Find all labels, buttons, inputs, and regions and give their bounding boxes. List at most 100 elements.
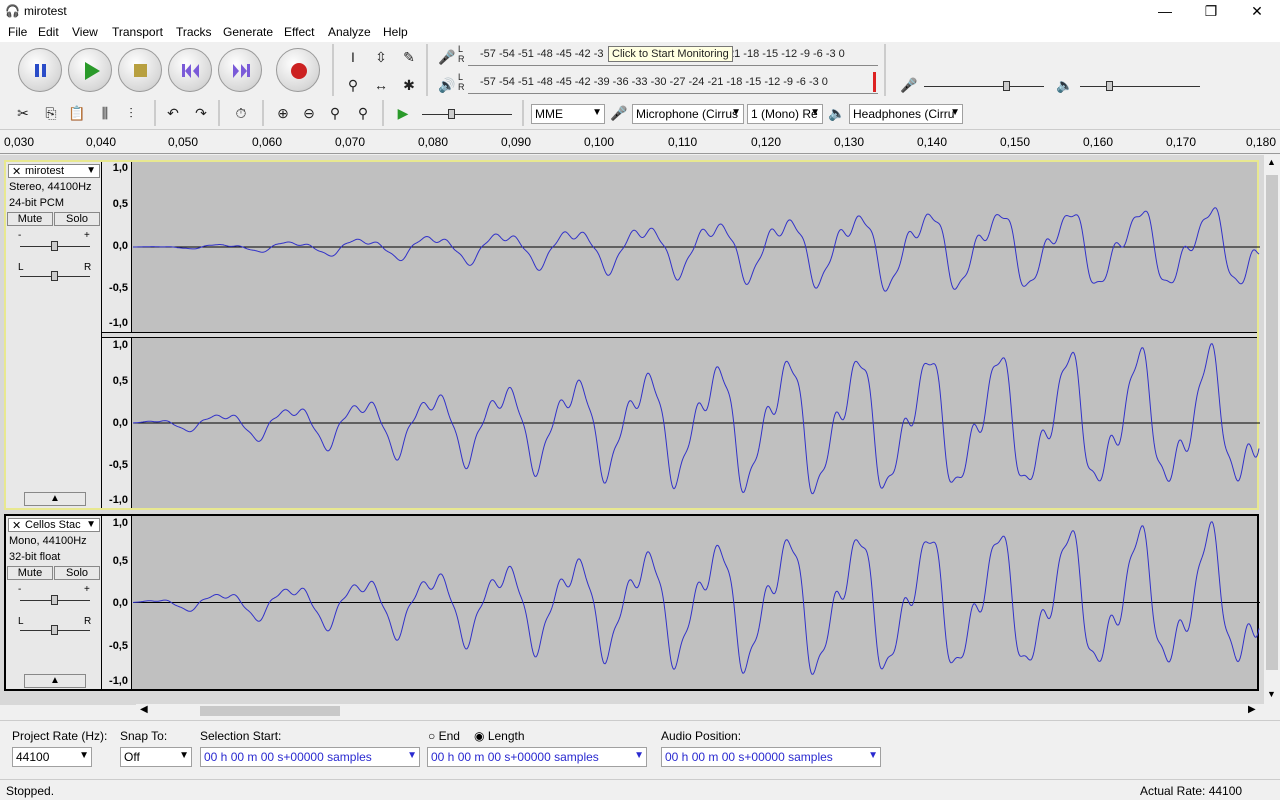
selection-tool-icon[interactable]: I [342, 46, 364, 68]
vertical-scale[interactable]: 1,0 0,5 0,0 -0,5 -1,0 [102, 338, 132, 508]
selection-length-field[interactable]: 00 h 00 m 00 s+00000 samples ▼ [427, 747, 647, 767]
minimize-button[interactable]: — [1142, 0, 1188, 22]
paste-icon[interactable]: 📋 [66, 102, 88, 124]
play-speed-knob[interactable] [448, 109, 455, 119]
record-meter-mic-icon[interactable]: 🎤 [436, 46, 458, 68]
close-icon[interactable]: ✕ [12, 166, 21, 178]
output-volume-knob[interactable] [1106, 81, 1113, 91]
skip-start-button[interactable] [168, 48, 212, 92]
menu-help[interactable]: Help [383, 25, 408, 39]
track-mirotest[interactable]: ✕ mirotest ▼ Stereo, 44100Hz 24-bit PCM Mu… [4, 160, 1260, 510]
headphones-app-icon: 🎧 [5, 4, 20, 18]
pan-knob[interactable] [51, 271, 58, 281]
menu-effect[interactable]: Effect [284, 25, 314, 39]
track-cellos[interactable]: ✕ Cellos Stac ▼ Mono, 44100Hz 32-bit float… [4, 514, 1260, 691]
mute-button[interactable]: Mute [7, 212, 53, 226]
project-rate-select[interactable]: 44100 ▼ [12, 747, 92, 767]
vertical-scale[interactable]: 1,0 0,5 0,0 -0,5 -1,0 [102, 516, 132, 689]
vertical-scale[interactable]: 1,0 0,5 0,0 -0,5 -1,0 [102, 162, 132, 332]
track-name-menu[interactable]: ✕ mirotest ▼ [8, 164, 100, 178]
play-button[interactable] [68, 48, 112, 92]
fit-project-icon[interactable]: ⚲ [352, 102, 374, 124]
monitoring-tooltip[interactable]: Click to Start Monitoring [608, 46, 733, 62]
menu-generate[interactable]: Generate [223, 25, 273, 39]
scroll-up-icon[interactable]: ▲ [1267, 157, 1276, 167]
play-speed-slider[interactable] [422, 114, 512, 115]
pause-button[interactable] [18, 48, 62, 92]
cut-icon[interactable]: ✂ [12, 102, 34, 124]
scroll-left-icon[interactable]: ◀ [140, 704, 148, 715]
timeshift-tool-icon[interactable]: ↔ [370, 74, 392, 96]
skip-start-icon [182, 64, 199, 78]
record-button[interactable] [276, 48, 320, 92]
close-button[interactable]: ✕ [1234, 0, 1280, 22]
menu-file[interactable]: File [8, 25, 27, 39]
mute-button[interactable]: Mute [7, 566, 53, 580]
actual-rate: Actual Rate: 44100 [1140, 784, 1243, 798]
pan-left-label: L [18, 262, 24, 273]
redo-icon[interactable]: ↷ [190, 102, 212, 124]
end-radio[interactable]: ○ End [428, 729, 460, 743]
snap-to-select[interactable]: Off ▼ [120, 747, 192, 767]
pan-knob[interactable] [51, 625, 58, 635]
playback-device-speaker-icon: 🔈 [828, 105, 846, 121]
vertical-scrollbar[interactable]: ▲ ▼ [1264, 155, 1280, 705]
stop-button[interactable] [118, 48, 162, 92]
vertical-scroll-thumb[interactable] [1266, 175, 1278, 670]
copy-icon[interactable]: ⎘ [40, 102, 62, 124]
separator [262, 100, 264, 126]
menu-edit[interactable]: Edit [38, 25, 59, 39]
scale-label: 0,0 [112, 417, 128, 429]
input-volume-slider[interactable] [924, 86, 1044, 87]
close-icon[interactable]: ✕ [12, 520, 21, 532]
solo-button[interactable]: Solo [54, 566, 100, 580]
length-radio[interactable]: ◉ Length [474, 729, 525, 743]
zoom-out-icon[interactable]: ⊖ [298, 102, 320, 124]
recording-channels-select[interactable]: 1 (Mono) Re ▼ [747, 104, 823, 124]
waveform-right-channel[interactable] [133, 338, 1260, 508]
audio-host-select[interactable]: MME ▼ [531, 104, 605, 124]
input-volume-knob[interactable] [1003, 81, 1010, 91]
record-meter[interactable]: -57 -54 -51 -48 -45 -42 -3 21 -18 -15 -1… [468, 46, 878, 66]
horizontal-scrollbar[interactable]: ◀ ▶ [136, 704, 1264, 718]
selection-start-field[interactable]: 00 h 00 m 00 s+00000 samples ▼ [200, 747, 420, 767]
pan-left-label: L [18, 616, 24, 627]
sync-lock-icon[interactable]: ⏱ [230, 102, 252, 124]
track-name-menu[interactable]: ✕ Cellos Stac ▼ [8, 518, 100, 532]
fit-selection-icon[interactable]: ⚲ [324, 102, 346, 124]
horizontal-scroll-thumb[interactable] [200, 706, 340, 716]
menu-tracks[interactable]: Tracks [176, 25, 212, 39]
skip-end-button[interactable] [218, 48, 262, 92]
output-volume-slider[interactable] [1080, 86, 1200, 87]
zoom-in-icon[interactable]: ⊕ [272, 102, 294, 124]
menu-transport[interactable]: Transport [112, 25, 163, 39]
playback-meter-speaker-icon[interactable]: 🔊 [436, 74, 458, 96]
trim-icon[interactable]: ⫼ [94, 102, 116, 124]
playback-meter[interactable]: -57 -54 -51 -48 -45 -42 -39 -36 -33 -30 … [468, 72, 878, 94]
skip-end-icon [233, 64, 250, 78]
menu-view[interactable]: View [72, 25, 98, 39]
gain-knob[interactable] [51, 241, 58, 251]
play-at-speed-icon[interactable]: ▶ [392, 102, 414, 124]
undo-icon[interactable]: ↶ [162, 102, 184, 124]
collapse-track-button[interactable]: ▲ [24, 492, 86, 506]
playback-device-select[interactable]: Headphones (Cirru ▼ [849, 104, 963, 124]
chevron-down-icon: ▼ [634, 750, 644, 761]
draw-tool-icon[interactable]: ✎ [398, 46, 420, 68]
envelope-tool-icon[interactable]: ⇳ [370, 46, 392, 68]
zoom-tool-icon[interactable]: ⚲ [342, 74, 364, 96]
scroll-right-icon[interactable]: ▶ [1248, 704, 1256, 715]
menu-analyze[interactable]: Analyze [328, 25, 371, 39]
timeline-ruler[interactable]: 0,030 0,040 0,050 0,060 0,070 0,080 0,09… [0, 130, 1280, 154]
audio-position-field[interactable]: 00 h 00 m 00 s+00000 samples ▼ [661, 747, 881, 767]
maximize-button[interactable]: ❐ [1188, 0, 1234, 22]
multi-tool-icon[interactable]: ✱ [398, 74, 420, 96]
silence-icon[interactable]: ⫶ [120, 102, 142, 124]
solo-button[interactable]: Solo [54, 212, 100, 226]
waveform-mono[interactable] [133, 516, 1260, 689]
recording-device-select[interactable]: Microphone (Cirrus ▼ [632, 104, 744, 124]
gain-knob[interactable] [51, 595, 58, 605]
collapse-track-button[interactable]: ▲ [24, 674, 86, 688]
waveform-left-channel[interactable] [133, 162, 1260, 332]
scroll-down-icon[interactable]: ▼ [1267, 689, 1276, 699]
